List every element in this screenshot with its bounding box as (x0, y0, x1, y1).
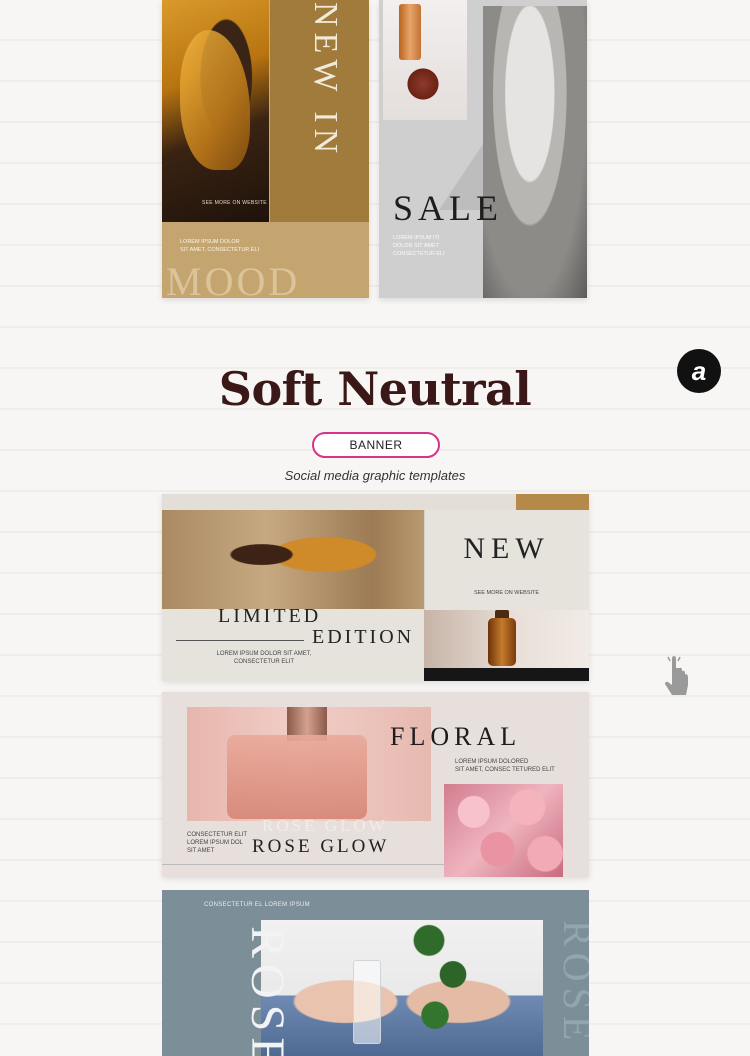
portrait-photo (483, 6, 587, 298)
vertical-rose-title: ROSE (241, 926, 294, 1056)
banner-template-rose: CONSECTETUR EL LOREM IPSUM ROSE ROSE (162, 890, 589, 1056)
hands-bouquet-photo (261, 920, 543, 1056)
banner-template-floral: FLORAL LOREM IPSUM DOLORED SIT AMET, CON… (162, 692, 589, 877)
rose-glow-title: ROSE GLOW (252, 836, 390, 857)
lorem-line: CONSECTETUR ELIT (233, 659, 294, 665)
lorem-text: LOREM IPSUM ITI DOLOR SIT AMET CONSECTET… (393, 234, 473, 258)
lorem-line: LOREM IPSUM DOLOR (180, 239, 240, 245)
divider-rule (176, 640, 304, 641)
ghost-title: ROSE GLOW (262, 816, 388, 835)
pointer-hand-icon (665, 656, 688, 695)
brand-logo-icon[interactable]: a (677, 349, 721, 393)
perfume-photo (424, 610, 589, 681)
banner-template-limited-edition: NEW SEE MORE ON WEBSITE LIMITED EDITION … (162, 494, 589, 681)
lorem-text: LOREM IPSUM DOLOR SIT AMET, CONSECTETUR … (204, 650, 324, 666)
limited-title: LIMITED (218, 605, 322, 627)
mood-word: MOOD (166, 259, 301, 299)
woman-photo (162, 510, 424, 609)
sale-title: SALE (393, 188, 503, 228)
product-subtitle: Social media graphic templates (284, 468, 466, 483)
perfume-photo (383, 0, 467, 120)
lorem-line: LOREM IPSUM ITI (393, 235, 440, 241)
story-template-new-in: NEW IN SEE MORE ON WEBSITE LOREM IPSUM D… (162, 0, 369, 298)
edition-title: EDITION (312, 626, 415, 648)
divider-rule (162, 864, 444, 865)
lorem-line: SIT AMET, CONSEC TETURED ELIT (455, 767, 555, 773)
dried-flower (405, 66, 441, 102)
banner-badge: BANNER (312, 432, 440, 458)
lorem-line: LOREM IPSUM DOLORED (455, 759, 529, 765)
dark-base (424, 668, 589, 681)
new-title: NEW (463, 532, 550, 565)
gold-accent (516, 494, 589, 510)
lorem-text: LOREM IPSUM DOLORED SIT AMET, CONSEC TET… (455, 758, 575, 774)
gold-drape (180, 30, 250, 170)
vertical-title: NEW IN (307, 2, 344, 160)
vertical-rose-ghost: ROSE (555, 920, 589, 1047)
perfume-bottle (488, 618, 516, 666)
lorem-line: CONSECTETUR ELI (393, 251, 445, 257)
perfume-bottle (227, 735, 367, 819)
model-photo (162, 0, 269, 222)
lorem-line: SIT AMET, CONSECTETUR ELI (180, 247, 260, 253)
story-template-sale: SALE LOREM IPSUM ITI DOLOR SIT AMET CONS… (379, 0, 587, 298)
leaves (411, 920, 471, 1056)
flowers-photo (444, 784, 563, 877)
see-more-text: SEE MORE ON WEBSITE (202, 200, 267, 206)
perfume-vial (353, 960, 381, 1044)
floral-title: FLORAL (390, 722, 522, 751)
perfume-bottle (399, 4, 421, 60)
product-title: Soft Neutral (218, 362, 532, 416)
top-line-text: CONSECTETUR EL LOREM IPSUM (204, 902, 310, 908)
lorem-text: LOREM IPSUM DOLOR SIT AMET, CONSECTETUR … (180, 238, 270, 254)
lorem-line: LOREM IPSUM DOLOR SIT AMET, (216, 651, 312, 657)
lorem-line: DOLOR SIT AMET (393, 243, 440, 249)
see-more-text: SEE MORE ON WEBSITE (473, 590, 540, 596)
